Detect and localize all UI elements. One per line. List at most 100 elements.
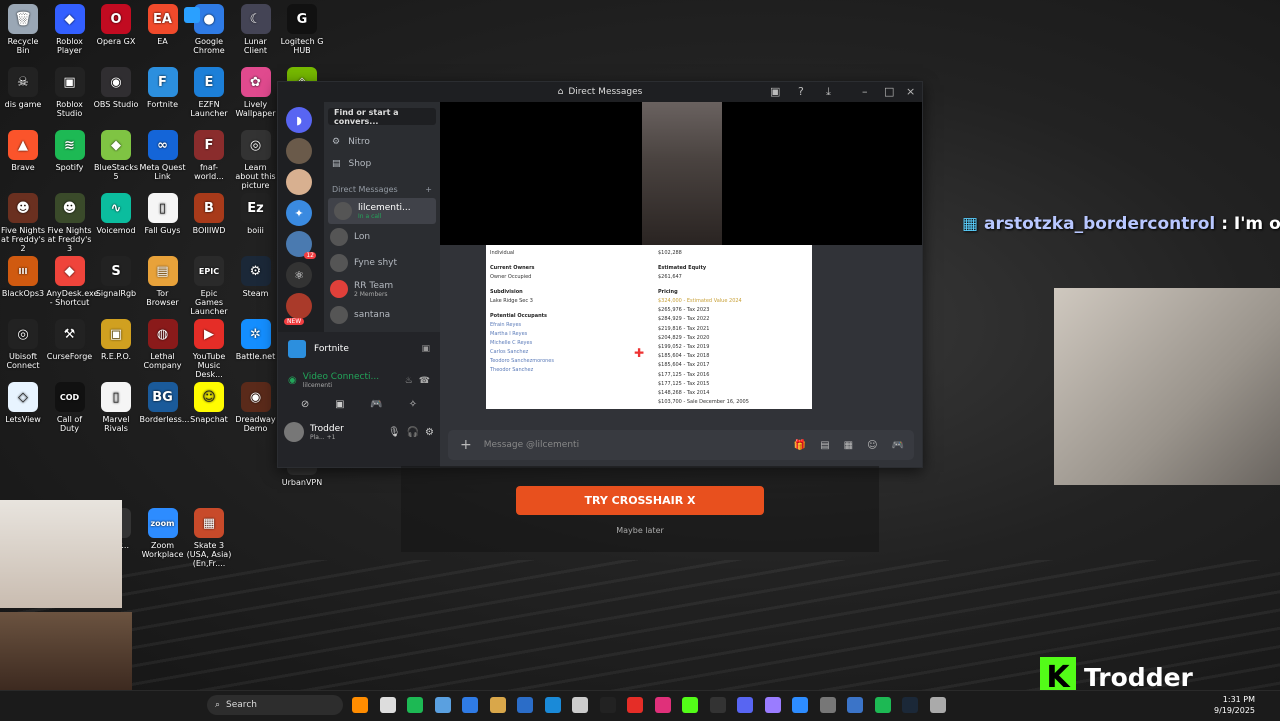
desktop-icon[interactable]: EA EA [140, 4, 186, 46]
kick-icon[interactable] [682, 697, 698, 713]
server-icon[interactable] [286, 169, 312, 195]
desktop-icon[interactable]: BG Borderless... [140, 382, 189, 424]
desktop-icon[interactable]: ◆ AnyDesk.exe - Shortcut [47, 256, 98, 307]
desktop-icon[interactable]: III BlackOps3 [0, 256, 46, 298]
game-activity[interactable]: Fortnite ▣ [278, 332, 440, 366]
file-icon[interactable] [352, 697, 368, 713]
desktop-icon[interactable]: ☾ Lunar Client [233, 4, 279, 55]
nvidia-icon[interactable] [599, 697, 616, 713]
photos-icon[interactable] [434, 697, 451, 713]
settings-gear-icon[interactable]: ⚙ [425, 427, 434, 438]
desktop-icon[interactable]: ◉ OBS Studio [93, 67, 139, 109]
spotify-icon[interactable] [407, 697, 423, 713]
desktop-icon[interactable]: ✲ Battle.net [233, 319, 279, 361]
server-icon[interactable]: NEW [284, 293, 312, 325]
desktop-icon[interactable]: ◇ LetsView [0, 382, 46, 424]
voicemod-icon[interactable] [572, 697, 588, 713]
desktop-icon[interactable]: ☻ Five Nights at Freddy's 2 [0, 193, 46, 253]
steam-icon[interactable] [929, 697, 946, 713]
server-icon[interactable] [286, 138, 312, 164]
desktop-icon[interactable]: ✿ Lively Wallpaper [233, 67, 279, 118]
emoji-icon[interactable]: ☺ [867, 440, 877, 451]
avatar[interactable] [284, 422, 304, 442]
find-conversation-input[interactable]: Find or start a convers... [328, 108, 436, 126]
camera-off-icon[interactable]: ⊘ [301, 399, 309, 410]
ezfn-icon[interactable] [737, 697, 753, 713]
message-input[interactable]: Message @lilcementi [484, 440, 579, 450]
desktop-icon[interactable]: Ez boiii [233, 193, 279, 235]
mic-icon[interactable]: 🎙 [388, 427, 401, 438]
headphones-icon[interactable]: 🎧 [407, 427, 419, 438]
call-video-area[interactable] [440, 102, 922, 245]
desktop-icon[interactable]: ▯ Fall Guys [140, 193, 186, 235]
server-icon[interactable]: 12 [286, 231, 316, 259]
desktop-icon[interactable]: zoom Zoom Workplace [140, 508, 186, 559]
dm-item[interactable]: Lon [324, 224, 440, 250]
desktop-icon[interactable]: ☻ Five Nights at Freddy's 3 [47, 193, 93, 253]
soundboard-icon[interactable]: ✧ [409, 399, 417, 410]
server-icon[interactable]: ⚛ [286, 262, 312, 288]
ezfn-icon[interactable] [544, 697, 561, 713]
folder-icon[interactable] [517, 697, 533, 713]
desktop-icon[interactable]: ▦ Skate 3 (USA, Asia) (En,Fr.... [186, 508, 232, 568]
dm-item[interactable]: lilcementi... In a call [328, 198, 436, 224]
youtube-music-icon[interactable] [627, 697, 643, 713]
battlenet-icon[interactable] [874, 697, 891, 713]
add-attachment-icon[interactable]: + [448, 437, 484, 453]
terminal-icon[interactable] [709, 697, 726, 713]
desktop-icon[interactable]: E EZFN Launcher [186, 67, 232, 118]
desktop-icon[interactable]: ▲ Brave [0, 130, 46, 172]
desktop-icon[interactable]: ☠ dis game [0, 67, 46, 109]
windows-start-icon[interactable] [184, 7, 200, 23]
desktop-icon[interactable]: G Logitech G HUB [279, 4, 325, 55]
desktop-icon[interactable]: S SignalRgb [93, 256, 139, 298]
maybe-later-link[interactable]: Maybe later [600, 526, 680, 535]
desktop-icon[interactable]: ◍ Lethal Company [140, 319, 186, 370]
desktop-icon[interactable]: ▶ YouTube Music Desk... [186, 319, 232, 379]
apps-icon[interactable]: 🎮 [892, 440, 904, 451]
desktop-icon[interactable]: 🗑 Recycle Bin [0, 4, 46, 55]
server-icon[interactable]: ✦ [286, 200, 312, 226]
app-icon[interactable] [764, 697, 781, 713]
add-dm-icon[interactable]: + [425, 185, 432, 194]
help-icon[interactable]: ? [798, 85, 804, 98]
desktop-icon[interactable]: ☺ Snapchat [186, 382, 232, 424]
desktop-icon[interactable]: ▯ Marvel Rivals [93, 382, 139, 433]
zoom-icon[interactable] [819, 697, 836, 713]
desktop-icon[interactable]: EPIC Epic Games Launcher [186, 256, 232, 316]
gift-icon[interactable]: 🎁 [794, 440, 806, 451]
desktop-icon[interactable]: ◆ Roblox Player [47, 4, 93, 55]
screen-share-icon[interactable]: ▣ [770, 85, 780, 98]
minimize-icon[interactable]: – [862, 85, 868, 98]
spotify-icon[interactable] [902, 697, 918, 713]
discord-icon[interactable] [489, 697, 506, 713]
try-crosshair-button[interactable]: TRY CROSSHAIR X [516, 486, 764, 515]
dm-item[interactable]: Fyne shyt [324, 250, 440, 276]
dm-item[interactable]: RR Team 2 Members [324, 276, 440, 302]
desktop-icon[interactable]: ▣ R.E.P.O. [93, 319, 139, 361]
desktop-icon[interactable]: ◆ BlueStacks 5 [93, 130, 139, 181]
activities-icon[interactable]: 🎮 [370, 399, 382, 410]
desktop-icon[interactable]: ∞ Meta Quest Link [140, 130, 186, 181]
desktop-icon[interactable]: ◎ Learn about this picture [233, 130, 279, 190]
desktop-icon[interactable]: ▣ Roblox Studio [47, 67, 93, 118]
desktop-icon[interactable]: F Fortnite [140, 67, 186, 109]
screen-share-icon[interactable]: ▣ [335, 399, 344, 410]
gif-icon[interactable]: ▤ [820, 440, 829, 451]
desktop-icon[interactable]: Ffnaf-world... [186, 130, 232, 181]
desktop-icon[interactable]: ◎ Ubisoft Connect [0, 319, 46, 370]
gamepad-icon[interactable] [792, 697, 808, 713]
maximize-icon[interactable]: □ [884, 85, 894, 98]
noise-suppression-icon[interactable]: ♨ [405, 376, 413, 386]
taskbar-clock[interactable]: 1:31 PM 9/19/2025 [1214, 694, 1255, 716]
disconnect-icon[interactable]: ☎ [419, 376, 430, 386]
desktop-icon[interactable]: B BOIIIWD [186, 193, 232, 235]
desktop-icon[interactable]: COD Call of Duty [47, 382, 93, 433]
dm-item[interactable]: santana [324, 302, 440, 328]
settings-icon[interactable] [379, 697, 396, 713]
taskbar-search[interactable]: ⌕ Search [207, 695, 343, 715]
desktop-icon[interactable]: ∿ Voicemod [93, 193, 139, 235]
desktop-icon[interactable]: ⚒ CurseForge [47, 319, 93, 361]
desktop-icon[interactable]: ◉ Dreadway Demo [233, 382, 279, 433]
download-icon[interactable]: ⤓ [826, 85, 831, 99]
